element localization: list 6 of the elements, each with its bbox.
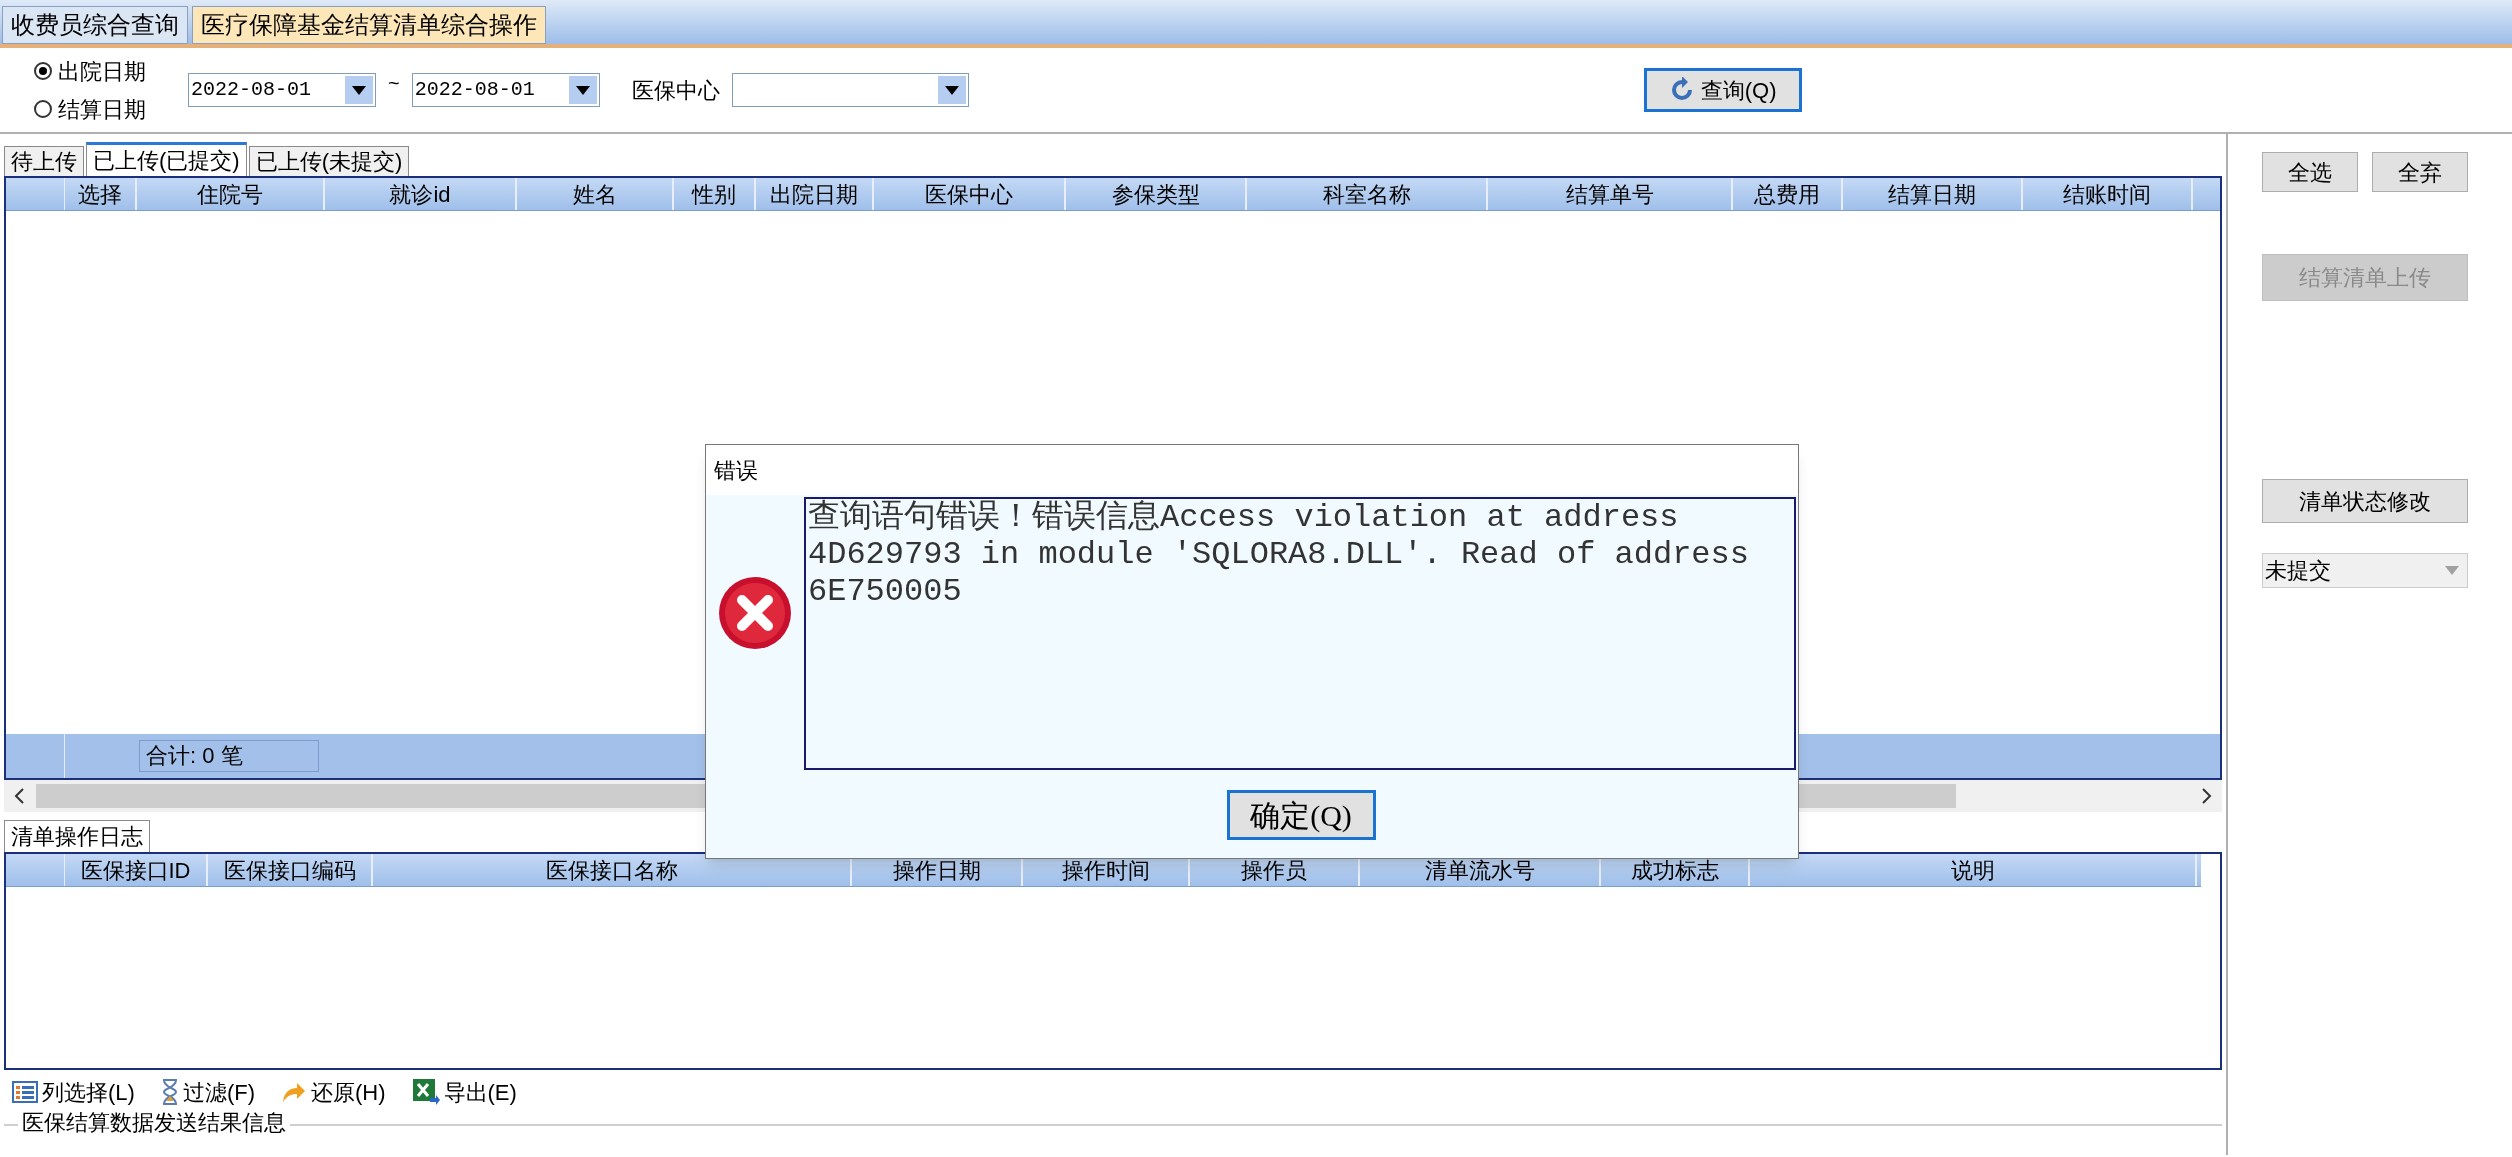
field-label: 医保中心 [631,76,720,105]
total-count: 合计: 0 笔 [139,740,319,772]
dialog-title: 错误 [714,456,758,485]
group-title: 医保结算数据发送结果信息 [18,1110,290,1136]
range-separator: ~ [388,71,400,96]
error-message: 查询语句错误！错误信息Access violation at address 4D629793 in module 'SQLORA8.DLL'. Read of address 6E750005 [804,497,1796,770]
